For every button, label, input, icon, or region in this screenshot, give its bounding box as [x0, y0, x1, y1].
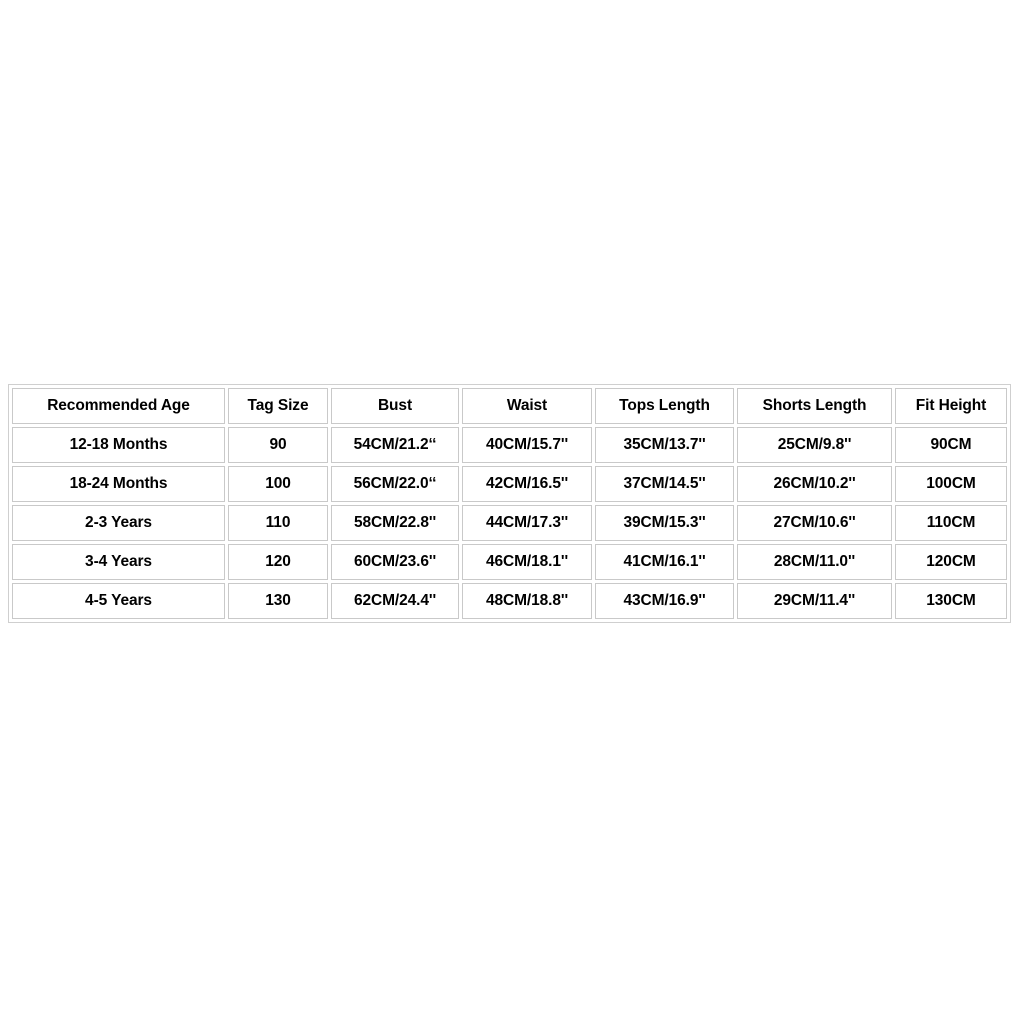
cell-tops-length: 35CM/13.7'' [595, 427, 734, 463]
column-header-bust: Bust [331, 388, 459, 424]
column-header-tag-size: Tag Size [228, 388, 328, 424]
table-row: 4-5 Years 130 62CM/24.4'' 48CM/18.8'' 43… [12, 583, 1007, 619]
cell-waist: 44CM/17.3'' [462, 505, 592, 541]
cell-shorts-length: 26CM/10.2'' [737, 466, 892, 502]
cell-tops-length: 41CM/16.1'' [595, 544, 734, 580]
cell-waist: 42CM/16.5'' [462, 466, 592, 502]
cell-tops-length: 39CM/15.3'' [595, 505, 734, 541]
cell-recommended-age: 18-24 Months [12, 466, 225, 502]
cell-bust: 54CM/21.2‘‘ [331, 427, 459, 463]
cell-shorts-length: 27CM/10.6'' [737, 505, 892, 541]
cell-tag-size: 130 [228, 583, 328, 619]
cell-tag-size: 90 [228, 427, 328, 463]
cell-tops-length: 43CM/16.9'' [595, 583, 734, 619]
cell-waist: 40CM/15.7'' [462, 427, 592, 463]
column-header-waist: Waist [462, 388, 592, 424]
cell-tag-size: 100 [228, 466, 328, 502]
column-header-tops-length: Tops Length [595, 388, 734, 424]
size-chart-table: Recommended Age Tag Size Bust Waist Tops… [8, 384, 1011, 623]
cell-bust: 60CM/23.6'' [331, 544, 459, 580]
cell-tag-size: 110 [228, 505, 328, 541]
table-row: 2-3 Years 110 58CM/22.8'' 44CM/17.3'' 39… [12, 505, 1007, 541]
cell-shorts-length: 29CM/11.4'' [737, 583, 892, 619]
cell-waist: 48CM/18.8'' [462, 583, 592, 619]
cell-shorts-length: 28CM/11.0'' [737, 544, 892, 580]
cell-fit-height: 120CM [895, 544, 1007, 580]
cell-fit-height: 100CM [895, 466, 1007, 502]
column-header-recommended-age: Recommended Age [12, 388, 225, 424]
cell-recommended-age: 12-18 Months [12, 427, 225, 463]
cell-shorts-length: 25CM/9.8'' [737, 427, 892, 463]
table-row: 18-24 Months 100 56CM/22.0‘‘ 42CM/16.5''… [12, 466, 1007, 502]
cell-fit-height: 110CM [895, 505, 1007, 541]
table-header-row: Recommended Age Tag Size Bust Waist Tops… [12, 388, 1007, 424]
size-chart-container: Recommended Age Tag Size Bust Waist Tops… [8, 384, 1011, 623]
cell-recommended-age: 2-3 Years [12, 505, 225, 541]
cell-bust: 58CM/22.8'' [331, 505, 459, 541]
cell-tops-length: 37CM/14.5'' [595, 466, 734, 502]
column-header-fit-height: Fit Height [895, 388, 1007, 424]
cell-tag-size: 120 [228, 544, 328, 580]
cell-fit-height: 90CM [895, 427, 1007, 463]
cell-bust: 56CM/22.0‘‘ [331, 466, 459, 502]
cell-recommended-age: 3-4 Years [12, 544, 225, 580]
table-row: 12-18 Months 90 54CM/21.2‘‘ 40CM/15.7'' … [12, 427, 1007, 463]
cell-fit-height: 130CM [895, 583, 1007, 619]
cell-waist: 46CM/18.1'' [462, 544, 592, 580]
column-header-shorts-length: Shorts Length [737, 388, 892, 424]
cell-bust: 62CM/24.4'' [331, 583, 459, 619]
cell-recommended-age: 4-5 Years [12, 583, 225, 619]
table-row: 3-4 Years 120 60CM/23.6'' 46CM/18.1'' 41… [12, 544, 1007, 580]
